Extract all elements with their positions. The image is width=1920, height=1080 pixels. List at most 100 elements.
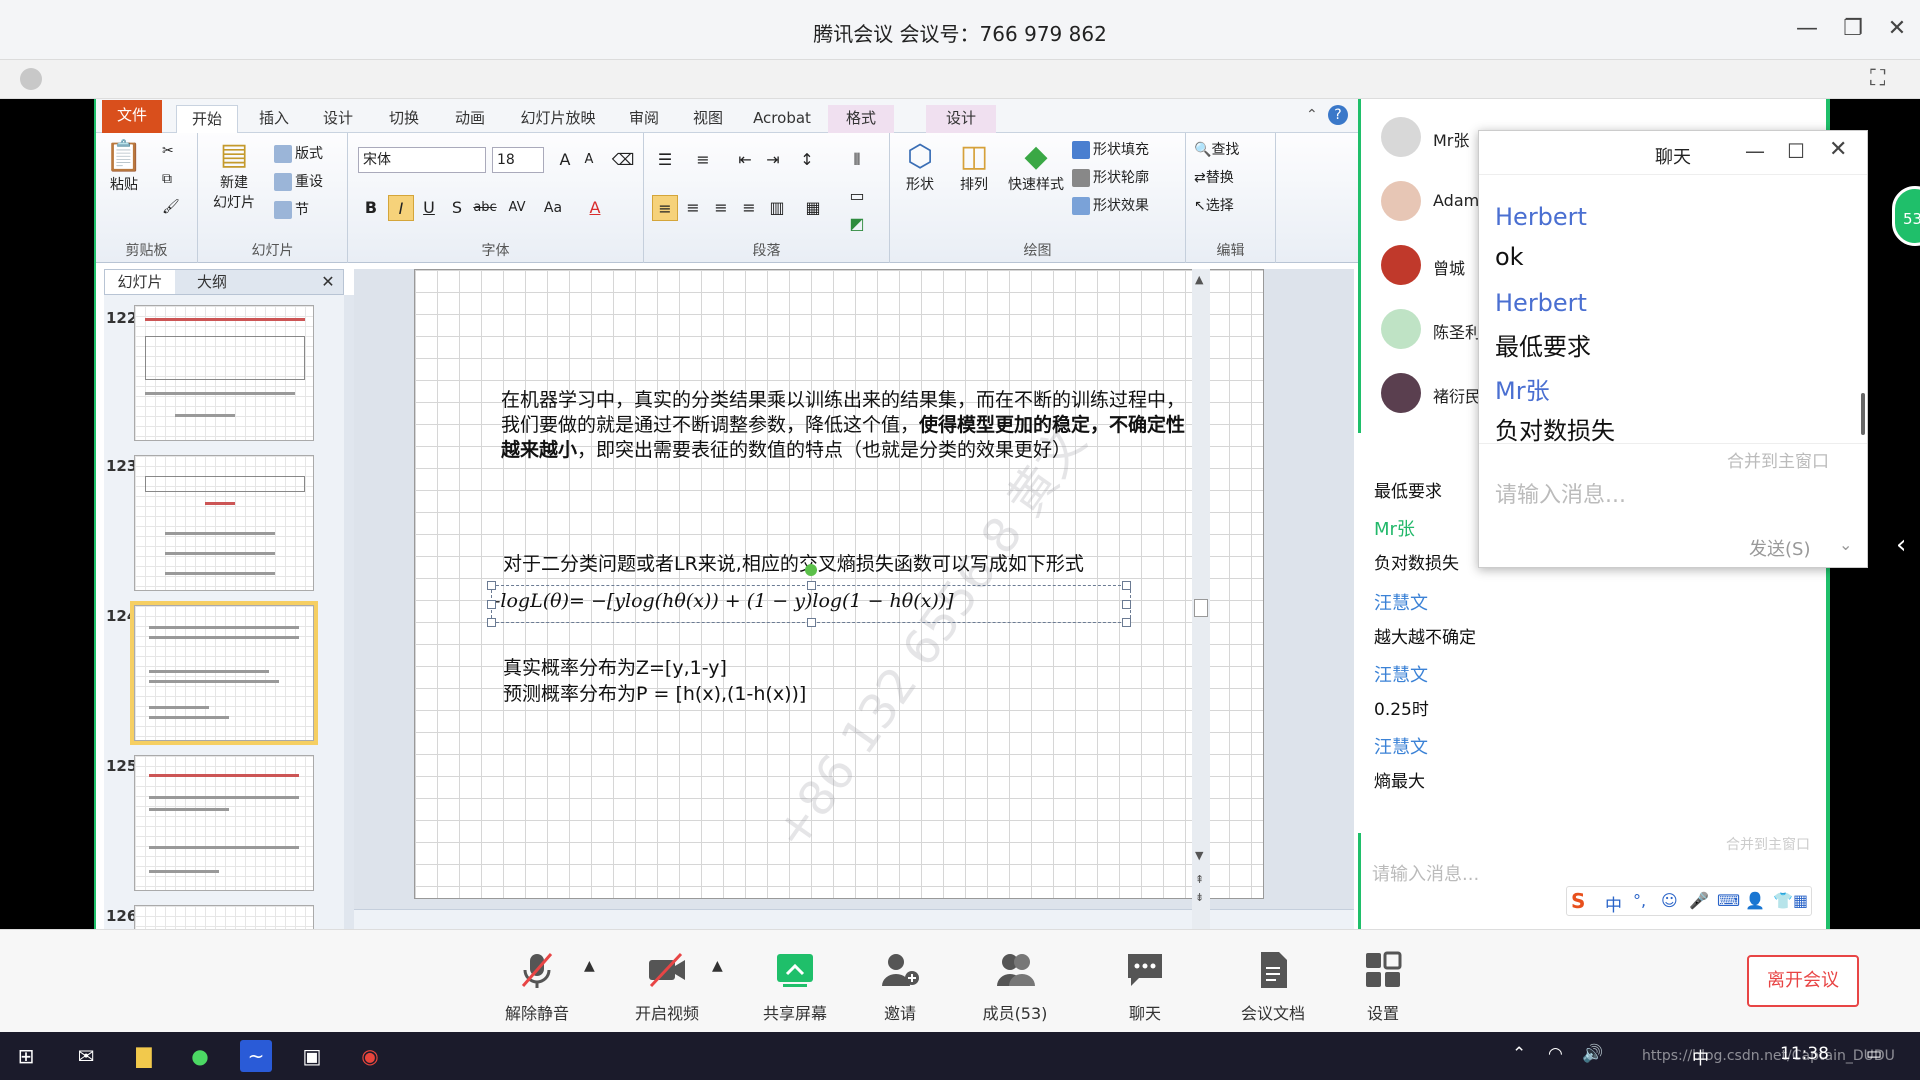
tab-slideshow[interactable]: 幻灯片放映 xyxy=(508,105,608,133)
copy-icon[interactable]: ⧉ xyxy=(162,171,172,187)
clear-format-icon[interactable]: ⌫ xyxy=(610,147,636,173)
video-options-icon[interactable]: ▲ xyxy=(712,958,723,974)
merge-link[interactable]: 合并到主窗口 xyxy=(1727,447,1829,472)
numbering-icon[interactable]: ≡ xyxy=(690,147,716,173)
slide-thumbnail[interactable] xyxy=(134,305,314,441)
tray-expand-icon[interactable]: ⌃ xyxy=(1512,1044,1526,1064)
scroll-thumb[interactable] xyxy=(1194,599,1208,617)
shapes-button[interactable]: ⬡ 形状 xyxy=(894,139,946,194)
paste-button[interactable]: 📋 粘贴 xyxy=(102,139,146,194)
maximize-icon[interactable]: ☐ xyxy=(1787,139,1805,163)
close-icon[interactable]: ✕ xyxy=(1829,137,1847,162)
editor-scrollbar[interactable]: ▲ ▼ ⇞ ⇟ xyxy=(1192,269,1210,929)
slide-paragraph-2[interactable]: 对于二分类问题或者LR来说,相应的交叉熵损失函数可以写成如下形式 xyxy=(503,552,1203,577)
align-center-icon[interactable]: ≡ xyxy=(680,195,706,221)
tab-outline[interactable]: 大纲 xyxy=(177,270,247,294)
ime-toolbar[interactable]: S 中 °, ☺ 🎤 ⌨ 👤 👕 ▦ xyxy=(1566,886,1812,916)
rotate-handle[interactable] xyxy=(805,564,817,576)
tencent-meeting-icon[interactable]: ~ xyxy=(240,1040,272,1072)
bold-icon[interactable]: B xyxy=(358,195,384,221)
align-right-icon[interactable]: ≡ xyxy=(708,195,734,221)
find-button[interactable]: 🔍查找 xyxy=(1194,139,1239,159)
send-button[interactable]: 发送(S) xyxy=(1749,535,1810,561)
format-painter-icon[interactable]: 🖌 xyxy=(162,199,180,215)
increase-indent-icon[interactable]: ⇥ xyxy=(760,147,786,173)
align-text-icon[interactable]: ▭ xyxy=(844,183,870,209)
italic-icon[interactable]: I xyxy=(388,195,414,221)
resize-handle[interactable] xyxy=(1122,618,1131,627)
shape-outline-button[interactable]: 形状轮廓 xyxy=(1072,167,1149,187)
pred-distribution-text[interactable]: 预测概率分布为P = [h(x),(1-h(x))] xyxy=(503,682,806,707)
meeting-docs-button[interactable]: 会议文档 xyxy=(1218,930,1328,1033)
quick-styles-button[interactable]: ◆ 快速样式 xyxy=(1004,139,1068,194)
line-spacing-icon[interactable]: ↕ xyxy=(794,147,820,173)
shape-fill-button[interactable]: 形状填充 xyxy=(1072,139,1149,159)
start-video-button[interactable]: 开启视频 xyxy=(612,930,722,1033)
chat-input[interactable]: 请输入消息... xyxy=(1372,860,1479,886)
file-explorer-icon[interactable]: ▇ xyxy=(128,1040,160,1072)
collapse-ribbon-icon[interactable]: ⌃ xyxy=(1306,107,1318,123)
text-direction-icon[interactable]: ⫴ xyxy=(844,147,870,173)
slide-thumbnail[interactable] xyxy=(134,755,314,891)
settings-button[interactable]: 设置 xyxy=(1328,930,1438,1033)
tab-file[interactable]: 文件 xyxy=(102,100,162,133)
font-size-combo[interactable]: 18 xyxy=(492,147,544,173)
slide-paragraph-1[interactable]: 在机器学习中，真实的分类结果乘以训练出来的结果集，而在不断的训练过程中，我们要做… xyxy=(501,388,1191,463)
smartart-icon[interactable]: ◩ xyxy=(844,211,870,237)
prev-slide-icon[interactable]: ⇞ xyxy=(1195,873,1204,886)
tab-review[interactable]: 审阅 xyxy=(616,105,672,133)
char-spacing-icon[interactable]: AV xyxy=(504,195,530,221)
windows-start-icon[interactable]: ⊞ xyxy=(10,1040,42,1072)
notification-icon[interactable]: ▭ xyxy=(1866,1044,1882,1064)
resize-handle[interactable] xyxy=(1122,600,1131,609)
minimize-icon[interactable]: — xyxy=(1792,14,1822,44)
select-button[interactable]: ↖选择 xyxy=(1194,195,1234,215)
tab-home[interactable]: 开始 xyxy=(176,105,238,133)
layout-button[interactable]: 版式 xyxy=(274,143,323,163)
bullets-icon[interactable]: ☰ xyxy=(652,147,678,173)
collapse-panel-icon[interactable]: ‹ xyxy=(1896,530,1906,560)
invite-button[interactable]: 邀请 xyxy=(845,930,955,1033)
font-color-icon[interactable]: A xyxy=(582,195,608,221)
scroll-down-icon[interactable]: ▼ xyxy=(1195,849,1203,862)
thumbs-scrollbar[interactable] xyxy=(344,295,354,929)
chat-popup-input[interactable]: 请输入消息... xyxy=(1495,477,1626,509)
leave-meeting-button[interactable]: 离开会议 xyxy=(1747,955,1859,1007)
members-button[interactable]: 成员(53) xyxy=(960,930,1070,1033)
unmute-button[interactable]: 解除静音 xyxy=(482,930,592,1033)
resize-handle[interactable] xyxy=(487,600,496,609)
grow-font-icon[interactable]: A xyxy=(552,147,578,173)
resize-handle[interactable] xyxy=(807,581,816,590)
distribute-icon[interactable]: ▥ xyxy=(764,195,790,221)
shape-effects-button[interactable]: 形状效果 xyxy=(1072,195,1149,215)
change-case-icon[interactable]: Aa xyxy=(540,195,566,221)
scroll-up-icon[interactable]: ▲ xyxy=(1195,273,1203,286)
close-pane-icon[interactable]: ✕ xyxy=(317,270,339,294)
font-name-combo[interactable]: 宋体 xyxy=(358,147,486,173)
next-slide-icon[interactable]: ⇟ xyxy=(1195,891,1204,904)
decrease-indent-icon[interactable]: ⇤ xyxy=(732,147,758,173)
resize-handle[interactable] xyxy=(1122,581,1131,590)
shield-icon[interactable] xyxy=(20,68,42,90)
shadow-icon[interactable]: S xyxy=(444,195,470,221)
reset-button[interactable]: 重设 xyxy=(274,171,323,191)
help-icon[interactable]: ? xyxy=(1328,105,1348,125)
member-count-badge[interactable]: 53 xyxy=(1892,186,1920,246)
tab-format[interactable]: 格式 xyxy=(828,105,894,133)
replace-button[interactable]: ⇄替换 xyxy=(1194,167,1234,187)
justify-icon[interactable]: ≡ xyxy=(736,195,762,221)
terminal-icon[interactable]: ▣ xyxy=(296,1040,328,1072)
true-distribution-text[interactable]: 真实概率分布为Z=[y,1-y] xyxy=(503,656,727,681)
close-icon[interactable]: ✕ xyxy=(1882,14,1912,44)
arrange-button[interactable]: ◫ 排列 xyxy=(948,139,1000,194)
chrome-icon[interactable]: ◉ xyxy=(354,1040,386,1072)
resize-handle[interactable] xyxy=(487,618,496,627)
send-options-icon[interactable]: ⌄ xyxy=(1839,535,1852,554)
new-slide-button[interactable]: ▤ 新建 幻灯片 xyxy=(204,137,264,212)
chat-scrollbar[interactable] xyxy=(1861,393,1865,435)
mic-options-icon[interactable]: ▲ xyxy=(584,958,595,974)
formula-textbox[interactable]: -logL(θ)= −[ylog(hθ(x)) + (1 − y)log(1 −… xyxy=(487,564,1131,627)
wifi-icon[interactable]: ◠ xyxy=(1548,1044,1563,1064)
tab-design-context[interactable]: 设计 xyxy=(926,105,996,133)
tab-design[interactable]: 设计 xyxy=(308,105,368,133)
